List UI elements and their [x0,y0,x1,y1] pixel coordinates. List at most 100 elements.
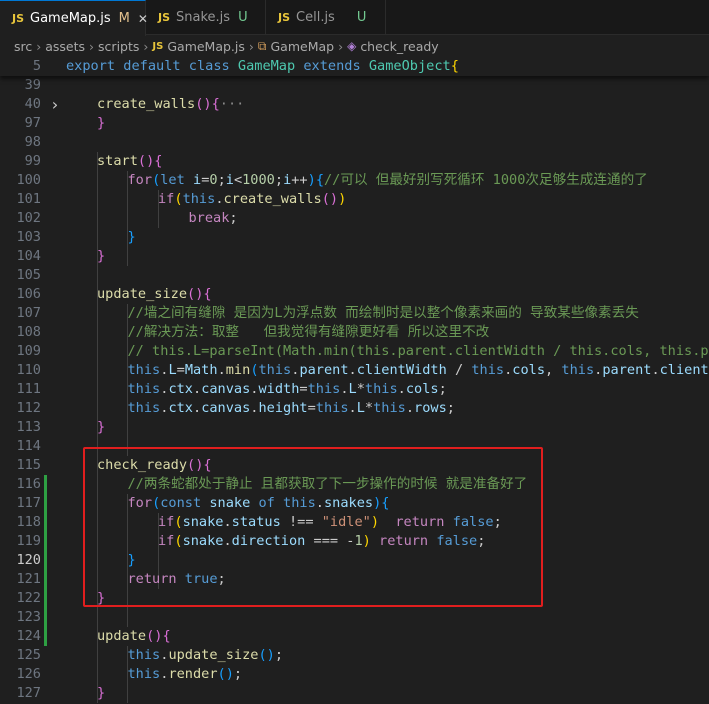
code-text: } [97,115,106,131]
line-number: 97 [24,115,41,131]
line-number: 99 [24,153,41,169]
code-line: 104} [0,247,709,266]
code-text: this.ctx.canvas.width=this.L*this.cols; [127,381,447,397]
line-number: 125 [16,647,41,663]
code-text: this.render(); [127,666,243,682]
code-line: 110 this.L=Math.min(this.parent.clientWid… [0,361,709,380]
tab-snake-js[interactable]: JS Snake.js U [146,0,266,35]
line-number: 111 [16,381,41,397]
code-text: //墙之间有缝隙 是因为L为浮点数 而绘制时是以整个像素来画的 导致某些像素丢失 [127,305,639,321]
code-line: 112 this.ctx.canvas.height=this.L*this.ro… [0,399,709,418]
code-text: this.ctx.canvas.height=this.L*this.rows; [127,400,455,416]
untracked-badge: U [238,10,248,25]
line-number: 98 [24,134,41,150]
chevron-right-icon: › [338,38,344,54]
code-line: 109 // this.L=parseInt(Math.min(this.pare… [0,342,709,361]
breadcrumb-assets[interactable]: assets [45,39,85,54]
code-line: 100 for(let i=0;i<1000;i++){//可以 但最好别写死循环… [0,171,709,190]
line-number: 104 [16,248,41,264]
code-line: 99 start(){ [0,152,709,171]
code-text: if(this.create_walls()) [158,191,347,207]
chevron-right-icon: › [143,38,149,54]
breadcrumb: src › assets › scripts › JS GameMap.js ›… [0,36,709,56]
code-text: update(){ [97,628,171,644]
line-number: 39 [24,77,41,93]
code-line: 105 [0,266,709,285]
code-text: } [97,248,106,264]
chevron-right-icon: › [89,38,95,54]
code-line: 107 //墙之间有缝隙 是因为L为浮点数 而绘制时是以整个像素来画的 导致某些像… [0,304,709,323]
code-text: break; [188,210,238,226]
code-text: this.update_size(); [127,647,284,663]
code-text: } [97,685,106,701]
sticky-scroll-line: 5 export default class GameMap extends Ga… [0,57,709,76]
code-text: this.L=Math.min(this.parent.clientWidth … [127,362,709,378]
chevron-right-icon[interactable]: › [50,95,60,114]
line-number: 122 [16,590,41,606]
line-number: 109 [16,343,41,359]
code-line: 103} [0,228,709,247]
modified-badge: M [118,11,130,26]
javascript-file-icon: JS [158,11,171,24]
code-text: create_walls(){··· [97,96,245,112]
line-number: 40 [24,96,41,112]
breadcrumb-src[interactable]: src [14,39,32,54]
untracked-badge: U [356,10,367,25]
highlight-annotation-box [83,447,543,607]
line-number: 101 [16,191,41,207]
tab-label: Snake.js [176,10,231,25]
code-line: 108 //解决方法：取整 但我觉得有缝隙更好看 所以这里不改 [0,323,709,342]
class-symbol-icon: ⧉ [257,38,267,53]
line-number: 118 [16,514,41,530]
line-number: 100 [16,172,41,188]
line-number: 105 [16,267,41,283]
tab-cell-js[interactable]: JS Cell.js U [266,0,386,35]
code-text: for(let i=0;i<1000;i++){//可以 但最好别写死循环 10… [127,172,648,188]
code-line: 111 this.ctx.canvas.width=this.L*this.col… [0,380,709,399]
code-line: 97} [0,114,709,133]
breadcrumb-class[interactable]: GameMap [270,39,334,54]
javascript-file-icon: JS [278,11,291,24]
tab-label: GameMap.js [30,11,111,26]
line-number: 108 [16,324,41,340]
code-text: //解决方法：取整 但我觉得有缝隙更好看 所以这里不改 [127,324,490,340]
code-text: } [97,419,106,435]
code-line: 125 this.update_size(); [0,646,709,665]
line-number: 112 [16,400,41,416]
tab-bar: JS GameMap.js M ✕ JS Snake.js U JS Cell.… [0,0,709,36]
code-text: // this.L=parseInt(Math.min(this.parent.… [127,343,709,359]
breadcrumb-file[interactable]: GameMap.js [167,39,245,54]
tab-label: Cell.js [296,10,335,25]
code-text: } [127,229,136,245]
chevron-right-icon: › [36,38,42,54]
line-number: 123 [16,609,41,625]
line-number: 106 [16,286,41,302]
line-number: 114 [16,438,41,454]
line-number: 126 [16,666,41,682]
code-line: 113} [0,418,709,437]
breadcrumb-scripts[interactable]: scripts [98,39,139,54]
code-line: 102 break; [0,209,709,228]
code-line: 127} [0,684,709,703]
line-number: 116 [16,476,41,492]
code-text: update_size(){ [97,286,212,302]
code-line: 106 update_size(){ [0,285,709,304]
method-symbol-icon: ◈ [347,39,357,53]
chevron-right-icon: › [248,38,254,54]
code-line: 101 if(this.create_walls()) [0,190,709,209]
code-text: export default class GameMap extends Gam… [66,58,459,74]
code-line: 98 [0,133,709,152]
line-number: 115 [16,457,41,473]
line-number: 5 [32,58,41,74]
tab-gamemap-js[interactable]: JS GameMap.js M ✕ [0,0,148,36]
line-number: 127 [16,685,41,701]
line-number: 117 [16,495,41,511]
line-number: 103 [16,229,41,245]
breadcrumb-method[interactable]: check_ready [360,39,438,54]
line-number: 107 [16,305,41,321]
line-number: 110 [16,362,41,378]
code-line: 126 this.render(); [0,665,709,684]
line-number: 121 [16,571,41,587]
code-text: start(){ [97,153,163,169]
line-number: 102 [16,210,41,226]
